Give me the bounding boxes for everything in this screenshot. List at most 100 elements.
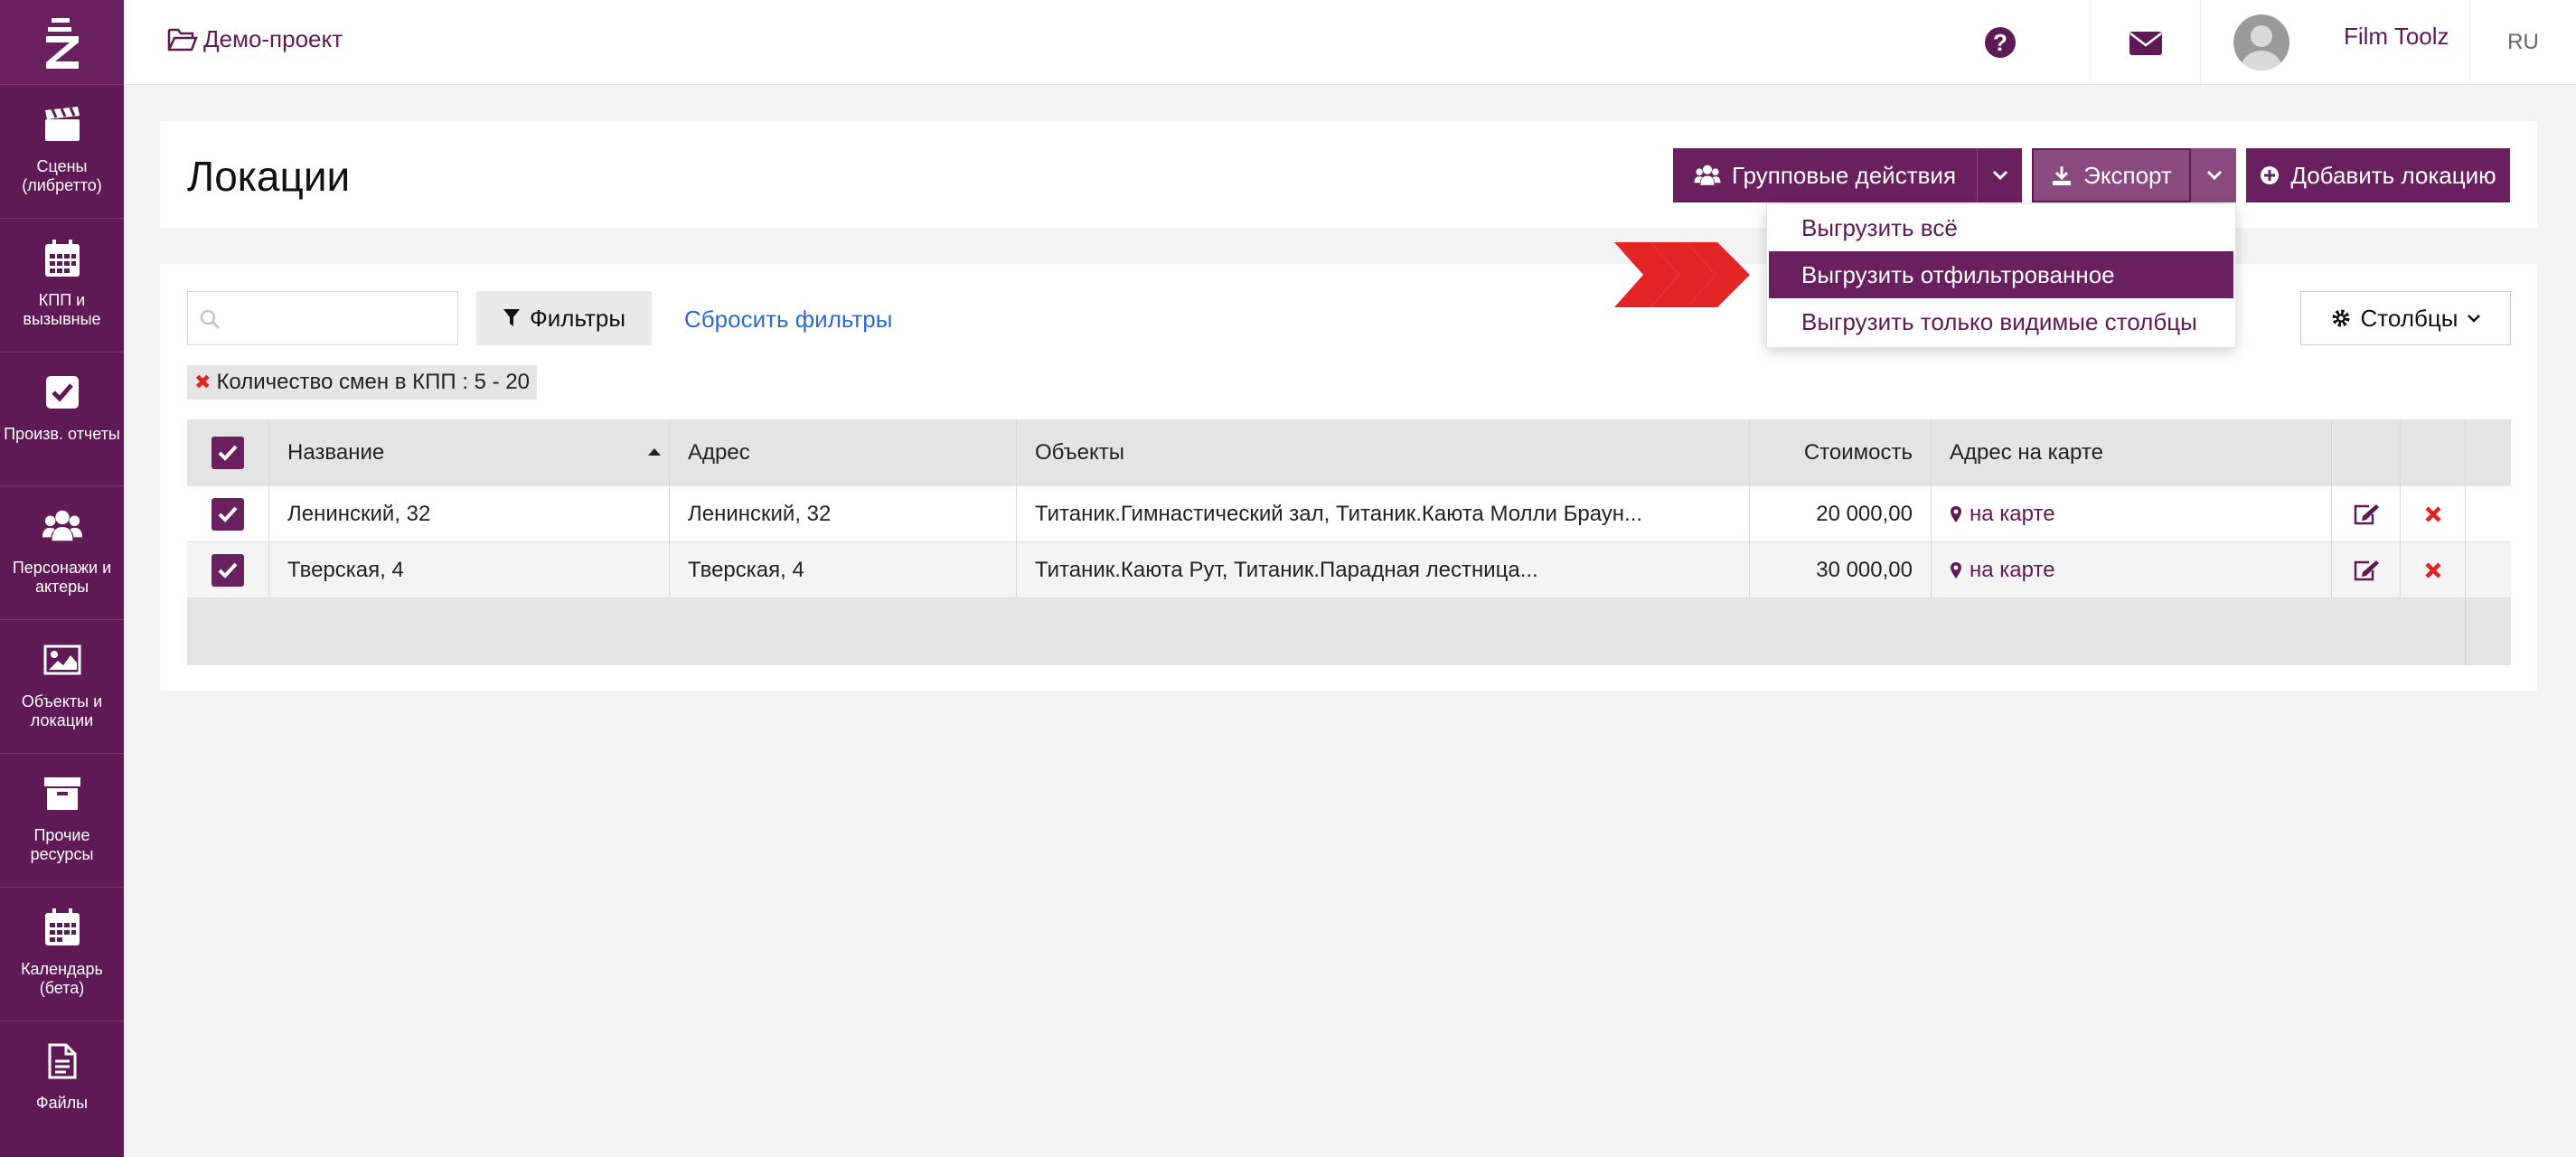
question-circle-icon: ? <box>1985 27 2016 58</box>
active-filter-label: Количество смен в КПП : 5 - 20 <box>216 370 531 394</box>
sidebar-item-label: Календарь (бета) <box>21 960 103 997</box>
breadcrumb[interactable]: Демо-проект <box>167 25 343 53</box>
group-actions-label: Групповые действия <box>1731 161 1957 189</box>
search-input[interactable] <box>187 291 458 345</box>
columns-label: Столбцы <box>2360 304 2458 332</box>
columns-button[interactable]: Столбцы <box>2300 291 2511 345</box>
language-switcher[interactable]: RU <box>2469 0 2576 85</box>
avatar <box>2233 14 2289 71</box>
export-visible-columns-item[interactable]: Выгрузить только видимые столбцы <box>1769 298 2233 345</box>
column-header-label: Стоимость <box>1803 440 1913 465</box>
column-header-edit <box>2332 419 2401 486</box>
sidebar-item-reports[interactable]: Произв. отчеты <box>0 352 124 485</box>
pointer-arrows-icon <box>1614 242 1750 307</box>
group-actions-button[interactable]: Групповые действия <box>1673 148 1977 202</box>
plus-circle-icon <box>2261 166 2280 184</box>
column-header-label: Объекты <box>1035 440 1124 465</box>
export-filtered-item[interactable]: Выгрузить отфильтрованное <box>1769 251 2233 298</box>
app-logo[interactable] <box>0 0 124 84</box>
checkbox-checked-icon <box>212 553 244 587</box>
cell-map: на карте <box>1932 486 2332 541</box>
column-header-name[interactable]: Название <box>269 419 670 486</box>
cell-map: на карте <box>1932 542 2332 597</box>
folder-open-icon <box>167 28 198 51</box>
table-row[interactable]: Тверская, 4 Тверская, 4 Титаник.Каюта Ру… <box>187 542 2511 598</box>
column-header-label: Название <box>287 440 385 465</box>
sidebar-item-files[interactable]: Файлы <box>0 1021 124 1154</box>
table-footer-cell <box>187 598 2466 665</box>
delete-button[interactable] <box>2401 542 2466 597</box>
edit-button[interactable] <box>2332 542 2401 597</box>
sidebar-item-locations[interactable]: Объекты и локации <box>0 619 124 753</box>
column-header-cost[interactable]: Стоимость <box>1750 419 1932 486</box>
filters-button[interactable]: Фильтры <box>476 291 652 345</box>
row-checkbox[interactable] <box>187 542 269 597</box>
map-marker-icon <box>1951 561 1961 578</box>
calendar-icon <box>42 908 82 947</box>
cell-objects: Титаник.Каюта Рут, Титаник.Парадная лест… <box>1017 542 1750 597</box>
column-header-objects[interactable]: Объекты <box>1017 419 1750 486</box>
sidebar-item-label: КПП и вызывные <box>23 291 101 328</box>
remove-filter-icon[interactable]: ✖ <box>194 371 211 394</box>
sidebar-item-characters[interactable]: Персонажи и актеры <box>0 485 124 619</box>
reset-filters-link[interactable]: Сбросить фильтры <box>684 306 892 334</box>
user-menu[interactable]: Film Toolz <box>2200 0 2469 85</box>
chevron-down-icon <box>2206 170 2222 181</box>
download-icon <box>2053 166 2072 185</box>
column-header-label: Адрес на карте <box>1950 440 2103 465</box>
export-all-item[interactable]: Выгрузить всё <box>1769 204 2233 251</box>
project-name: Демо-проект <box>203 25 343 52</box>
sidebar-item-call-sheets[interactable]: КПП и вызывные <box>0 218 124 352</box>
close-icon <box>2424 561 2441 578</box>
sidebar-item-label: Произв. отчеты <box>4 425 120 443</box>
map-link-label: на карте <box>1970 557 2055 582</box>
map-link[interactable]: на карте <box>1950 558 2055 583</box>
close-icon <box>2424 505 2441 522</box>
sidebar-item-label: Сцены (либретто) <box>22 157 102 194</box>
delete-button[interactable] <box>2401 486 2466 541</box>
export-dropdown-toggle[interactable] <box>2191 148 2236 202</box>
table-footer <box>187 598 2511 665</box>
add-location-button[interactable]: Добавить локацию <box>2246 148 2510 202</box>
active-filter-chip: ✖ Количество смен в КПП : 5 - 20 <box>187 365 538 400</box>
page-title: Локации <box>187 153 351 200</box>
column-header-delete <box>2401 419 2466 486</box>
cell-address: Тверская, 4 <box>670 542 1017 597</box>
filters-label: Фильтры <box>529 304 626 332</box>
column-header-map-address[interactable]: Адрес на карте <box>1932 419 2332 486</box>
edit-button[interactable] <box>2332 486 2401 541</box>
cell-cost: 20 000,00 <box>1750 486 1932 541</box>
cell-name: Ленинский, 32 <box>269 486 670 541</box>
table-row[interactable]: Ленинский, 32 Ленинский, 32 Титаник.Гимн… <box>187 486 2511 542</box>
map-link-label: на карте <box>1970 501 2055 526</box>
gear-icon <box>2332 309 2350 327</box>
search-field[interactable] <box>228 292 454 344</box>
cell-address: Ленинский, 32 <box>670 486 1017 541</box>
column-header-address[interactable]: Адрес <box>670 419 1017 486</box>
user-name: Film Toolz <box>2344 22 2449 50</box>
table-header: Название Адрес Объекты Стоимость Адрес н… <box>187 419 2511 486</box>
sidebar-item-resources[interactable]: Прочие ресурсы <box>0 753 124 887</box>
checkbox-checked-icon <box>212 497 244 531</box>
sidebar-item-scenes[interactable]: Сцены (либретто) <box>0 84 124 218</box>
calendar-grid-icon <box>42 239 82 278</box>
row-checkbox[interactable] <box>187 486 269 541</box>
map-link[interactable]: на карте <box>1950 502 2055 527</box>
column-header-label: Адрес <box>688 440 750 465</box>
edit-icon <box>2354 503 2379 524</box>
select-all-checkbox[interactable] <box>187 419 269 486</box>
help-button[interactable]: ? <box>1968 0 2033 85</box>
export-label: Экспорт <box>2083 161 2172 189</box>
image-icon <box>42 640 82 680</box>
users-icon <box>1694 165 1721 185</box>
logo-z-icon <box>45 17 79 69</box>
group-actions-dropdown-toggle[interactable] <box>1977 148 2022 202</box>
sidebar-item-label: Объекты и локации <box>21 692 103 729</box>
cell-objects: Титаник.Гимнастический зал, Титаник.Кают… <box>1017 486 1750 541</box>
export-button[interactable]: Экспорт <box>2032 148 2191 202</box>
chevron-down-icon <box>2468 315 2481 323</box>
messages-button[interactable] <box>2090 0 2200 85</box>
checkbox-checked-icon <box>212 437 244 469</box>
sidebar-item-calendar[interactable]: Календарь (бета) <box>0 887 124 1021</box>
check-square-icon <box>42 372 82 412</box>
